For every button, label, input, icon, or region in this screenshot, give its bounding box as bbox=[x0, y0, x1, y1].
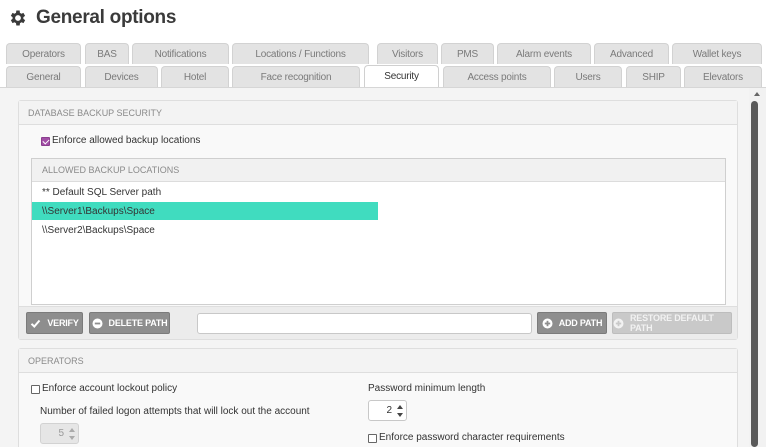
restore-default-path-label: RESTORE DEFAULT PATH bbox=[630, 313, 714, 333]
database-backup-panel: DATABASE BACKUP SECURITY Enforce allowed… bbox=[18, 100, 738, 340]
operators-header: OPERATORS bbox=[19, 349, 737, 373]
database-backup-header: DATABASE BACKUP SECURITY bbox=[19, 101, 737, 125]
enforce-backup-locations-label: Enforce allowed backup locations bbox=[52, 135, 201, 146]
failed-attempts-label: Number of failed logon attempts that wil… bbox=[40, 406, 310, 417]
plus-circle-icon bbox=[613, 318, 624, 329]
tab-advanced[interactable]: Advanced bbox=[594, 43, 669, 64]
password-char-requirements-label: Enforce password character requirements bbox=[379, 432, 565, 443]
check-icon bbox=[30, 318, 41, 329]
operators-panel: OPERATORS bbox=[18, 348, 738, 447]
restore-default-path-button[interactable]: RESTORE DEFAULT PATH bbox=[612, 312, 732, 334]
password-min-length-label: Password minimum length bbox=[368, 383, 486, 394]
account-lockout-label: Enforce account lockout policy bbox=[42, 383, 178, 394]
scroll-thumb[interactable] bbox=[751, 101, 758, 447]
failed-attempts-stepper[interactable]: 5 bbox=[40, 423, 79, 444]
tab-pms[interactable]: PMS bbox=[441, 43, 494, 64]
tab-visitors[interactable]: Visitors bbox=[377, 43, 438, 64]
tab-access-points[interactable]: Access points bbox=[443, 66, 551, 87]
minus-circle-icon bbox=[92, 318, 103, 329]
gear-icon bbox=[10, 10, 26, 26]
stepper-arrows-icon[interactable] bbox=[397, 404, 403, 418]
tab-ship[interactable]: SHIP bbox=[626, 66, 681, 87]
password-min-length-value: 2 bbox=[386, 405, 392, 416]
backup-locations-header: ALLOWED BACKUP LOCATIONS bbox=[32, 159, 725, 182]
tab-bas[interactable]: BAS bbox=[85, 43, 129, 64]
tab-operators[interactable]: Operators bbox=[6, 43, 81, 64]
page-header: General options bbox=[8, 5, 176, 31]
tab-alarm-events[interactable]: Alarm events bbox=[497, 43, 591, 64]
tab-face-recognition[interactable]: Face recognition bbox=[232, 66, 360, 87]
list-item[interactable]: \\Server2\Backups\Space bbox=[32, 221, 378, 239]
account-lockout-checkbox[interactable] bbox=[31, 385, 40, 394]
tab-security[interactable]: Security bbox=[364, 65, 439, 87]
scrollbar[interactable] bbox=[749, 88, 766, 447]
tab-notifications[interactable]: Notifications bbox=[132, 43, 229, 64]
stepper-arrows-icon[interactable] bbox=[69, 427, 75, 441]
list-item[interactable]: ** Default SQL Server path bbox=[32, 183, 378, 201]
add-path-label: ADD PATH bbox=[558, 318, 603, 328]
plus-circle-icon bbox=[542, 318, 553, 329]
page-title: General options bbox=[36, 7, 177, 28]
verify-label: VERIFY bbox=[47, 318, 79, 328]
tab-wallet-keys[interactable]: Wallet keys bbox=[672, 43, 762, 64]
list-item-selected[interactable]: \\Server1\Backups\Space bbox=[32, 202, 378, 220]
tab-elevators[interactable]: Elevators bbox=[684, 66, 762, 87]
failed-attempts-value: 5 bbox=[58, 428, 64, 439]
password-char-requirements-checkbox[interactable] bbox=[368, 434, 377, 443]
tab-general[interactable]: General bbox=[6, 66, 81, 87]
tab-hotel[interactable]: Hotel bbox=[161, 66, 229, 87]
tab-devices[interactable]: Devices bbox=[85, 66, 158, 87]
add-path-button[interactable]: ADD PATH bbox=[537, 312, 607, 334]
delete-path-label: DELETE PATH bbox=[108, 318, 168, 328]
verify-button[interactable]: VERIFY bbox=[26, 312, 83, 334]
delete-path-button[interactable]: DELETE PATH bbox=[89, 312, 170, 334]
backup-path-input[interactable] bbox=[197, 313, 532, 334]
enforce-backup-locations-checkbox[interactable] bbox=[41, 137, 50, 146]
backup-locations-list: ALLOWED BACKUP LOCATIONS ** Default SQL … bbox=[31, 158, 726, 305]
scroll-up-arrow-icon[interactable] bbox=[754, 92, 760, 96]
backup-toolbar: VERIFY DELETE PATH ADD PATH RESTORE DEFA… bbox=[19, 306, 737, 339]
tab-users[interactable]: Users bbox=[554, 66, 622, 87]
tab-locations-functions[interactable]: Locations / Functions bbox=[232, 43, 369, 64]
password-min-length-stepper[interactable]: 2 bbox=[368, 400, 407, 421]
